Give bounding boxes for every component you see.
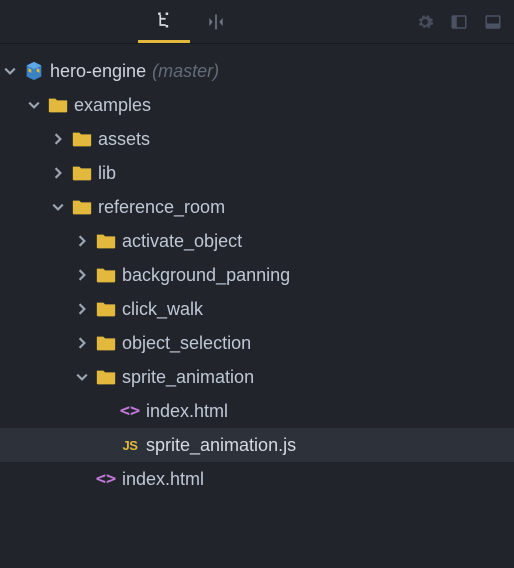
file-label: index.html [144, 401, 228, 422]
folder-open-icon [92, 366, 120, 388]
toggle-left-panel-icon [450, 13, 468, 31]
folder-label: object_selection [120, 333, 251, 354]
file-sprite-animation-js[interactable]: JS sprite_animation.js [0, 428, 514, 462]
chevron-right-icon [48, 133, 68, 145]
chevron-right-icon [72, 337, 92, 349]
js-file-icon: JS [116, 438, 144, 453]
folder-lib[interactable]: lib [0, 156, 514, 190]
focus-selection-icon [206, 12, 226, 32]
gear-icon [416, 13, 434, 31]
folder-reference-room[interactable]: reference_room [0, 190, 514, 224]
tree-structure-icon [154, 10, 174, 30]
file-index-html[interactable]: <> index.html [0, 394, 514, 428]
file-index-html-ref[interactable]: <> index.html [0, 462, 514, 496]
toggle-bottom-panel-icon [484, 13, 502, 31]
chevron-right-icon [72, 235, 92, 247]
folder-label: click_walk [120, 299, 203, 320]
settings-button[interactable] [414, 11, 436, 33]
chevron-down-icon [0, 65, 20, 77]
folder-open-icon [68, 196, 96, 218]
git-branch: (master) [146, 61, 219, 82]
folder-click-walk[interactable]: click_walk [0, 292, 514, 326]
folder-sprite-animation[interactable]: sprite_animation [0, 360, 514, 394]
toggle-bottom-panel-button[interactable] [482, 11, 504, 33]
folder-label: activate_object [120, 231, 242, 252]
sidebar-toolbar [0, 0, 514, 44]
folder-label: examples [72, 95, 151, 116]
file-tree: hero-engine (master) examples assets [0, 44, 514, 496]
tab-focus[interactable] [190, 0, 242, 43]
toolbar-actions [414, 11, 514, 33]
file-label: index.html [120, 469, 204, 490]
chevron-down-icon [72, 371, 92, 383]
folder-label: reference_room [96, 197, 225, 218]
html-file-icon: <> [92, 469, 120, 489]
folder-activate-object[interactable]: activate_object [0, 224, 514, 258]
folder-icon [92, 264, 120, 286]
folder-background-panning[interactable]: background_panning [0, 258, 514, 292]
folder-icon [92, 332, 120, 354]
file-label: sprite_animation.js [144, 435, 296, 456]
folder-label: background_panning [120, 265, 290, 286]
project-root-icon [20, 60, 48, 82]
chevron-down-icon [48, 201, 68, 213]
html-file-icon: <> [116, 401, 144, 421]
folder-icon [68, 162, 96, 184]
folder-open-icon [44, 94, 72, 116]
folder-icon [92, 230, 120, 252]
folder-label: sprite_animation [120, 367, 254, 388]
chevron-down-icon [24, 99, 44, 111]
tab-file-tree[interactable] [138, 0, 190, 43]
folder-label: assets [96, 129, 150, 150]
project-name: hero-engine [48, 61, 146, 82]
chevron-right-icon [48, 167, 68, 179]
tree-root[interactable]: hero-engine (master) [0, 54, 514, 88]
folder-object-selection[interactable]: object_selection [0, 326, 514, 360]
toggle-left-panel-button[interactable] [448, 11, 470, 33]
chevron-right-icon [72, 303, 92, 315]
folder-icon [68, 128, 96, 150]
folder-examples[interactable]: examples [0, 88, 514, 122]
toolbar-tabs [138, 0, 242, 43]
folder-icon [92, 298, 120, 320]
folder-label: lib [96, 163, 116, 184]
chevron-right-icon [72, 269, 92, 281]
folder-assets[interactable]: assets [0, 122, 514, 156]
